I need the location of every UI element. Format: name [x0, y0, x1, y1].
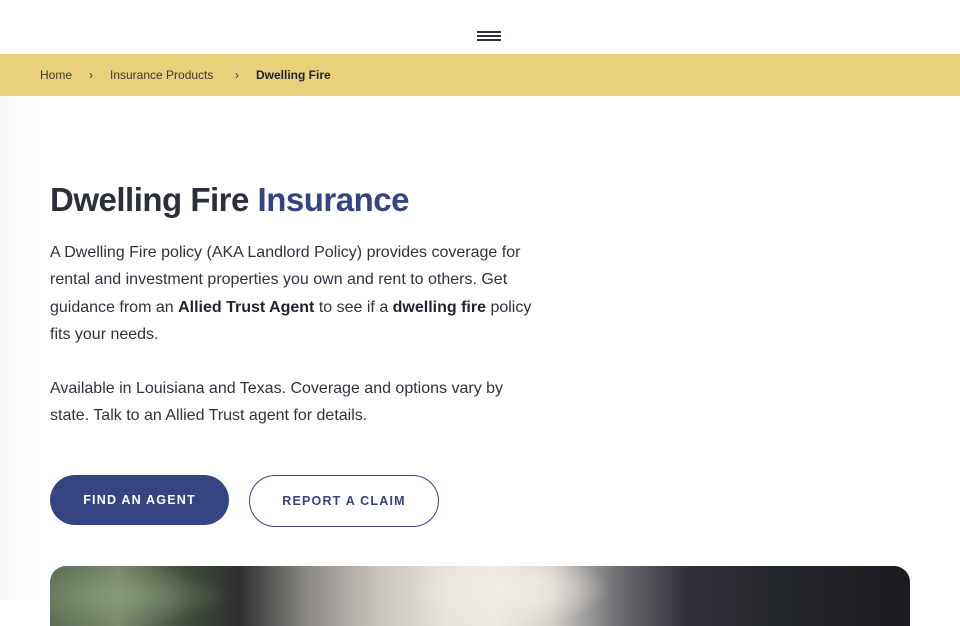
hero-photo [50, 566, 910, 626]
top-navigation-bar [0, 0, 960, 54]
intro-text-part2: to see if a [314, 298, 393, 316]
photo-foliage [50, 566, 230, 626]
photo-highlight [410, 566, 610, 626]
intro-paragraph: A Dwelling Fire policy (AKA Landlord Pol… [50, 239, 540, 348]
availability-paragraph: Available in Louisiana and Texas. Covera… [50, 380, 504, 425]
breadcrumb: Home › Insurance Products › Dwelling Fir… [0, 54, 960, 96]
report-a-claim-button[interactable]: REPORT A CLAIM [249, 475, 439, 527]
intro-bold-agent: Allied Trust Agent [178, 298, 315, 316]
page-title: Dwelling Fire Insurance [50, 180, 409, 220]
breadcrumb-separator: › [235, 68, 239, 82]
intro-bold-dwelling-fire: dwelling fire [392, 298, 486, 316]
page-title-main: Dwelling Fire [50, 181, 249, 218]
breadcrumb-home[interactable]: Home [40, 68, 72, 82]
breadcrumb-current-page: Dwelling Fire [256, 68, 331, 82]
find-an-agent-button[interactable]: FIND AN AGENT [50, 475, 229, 525]
breadcrumb-separator: › [89, 68, 93, 82]
hamburger-menu-icon[interactable] [477, 31, 501, 43]
page-title-accent: Insurance [257, 181, 410, 218]
breadcrumb-insurance-products[interactable]: Insurance Products [110, 68, 213, 82]
